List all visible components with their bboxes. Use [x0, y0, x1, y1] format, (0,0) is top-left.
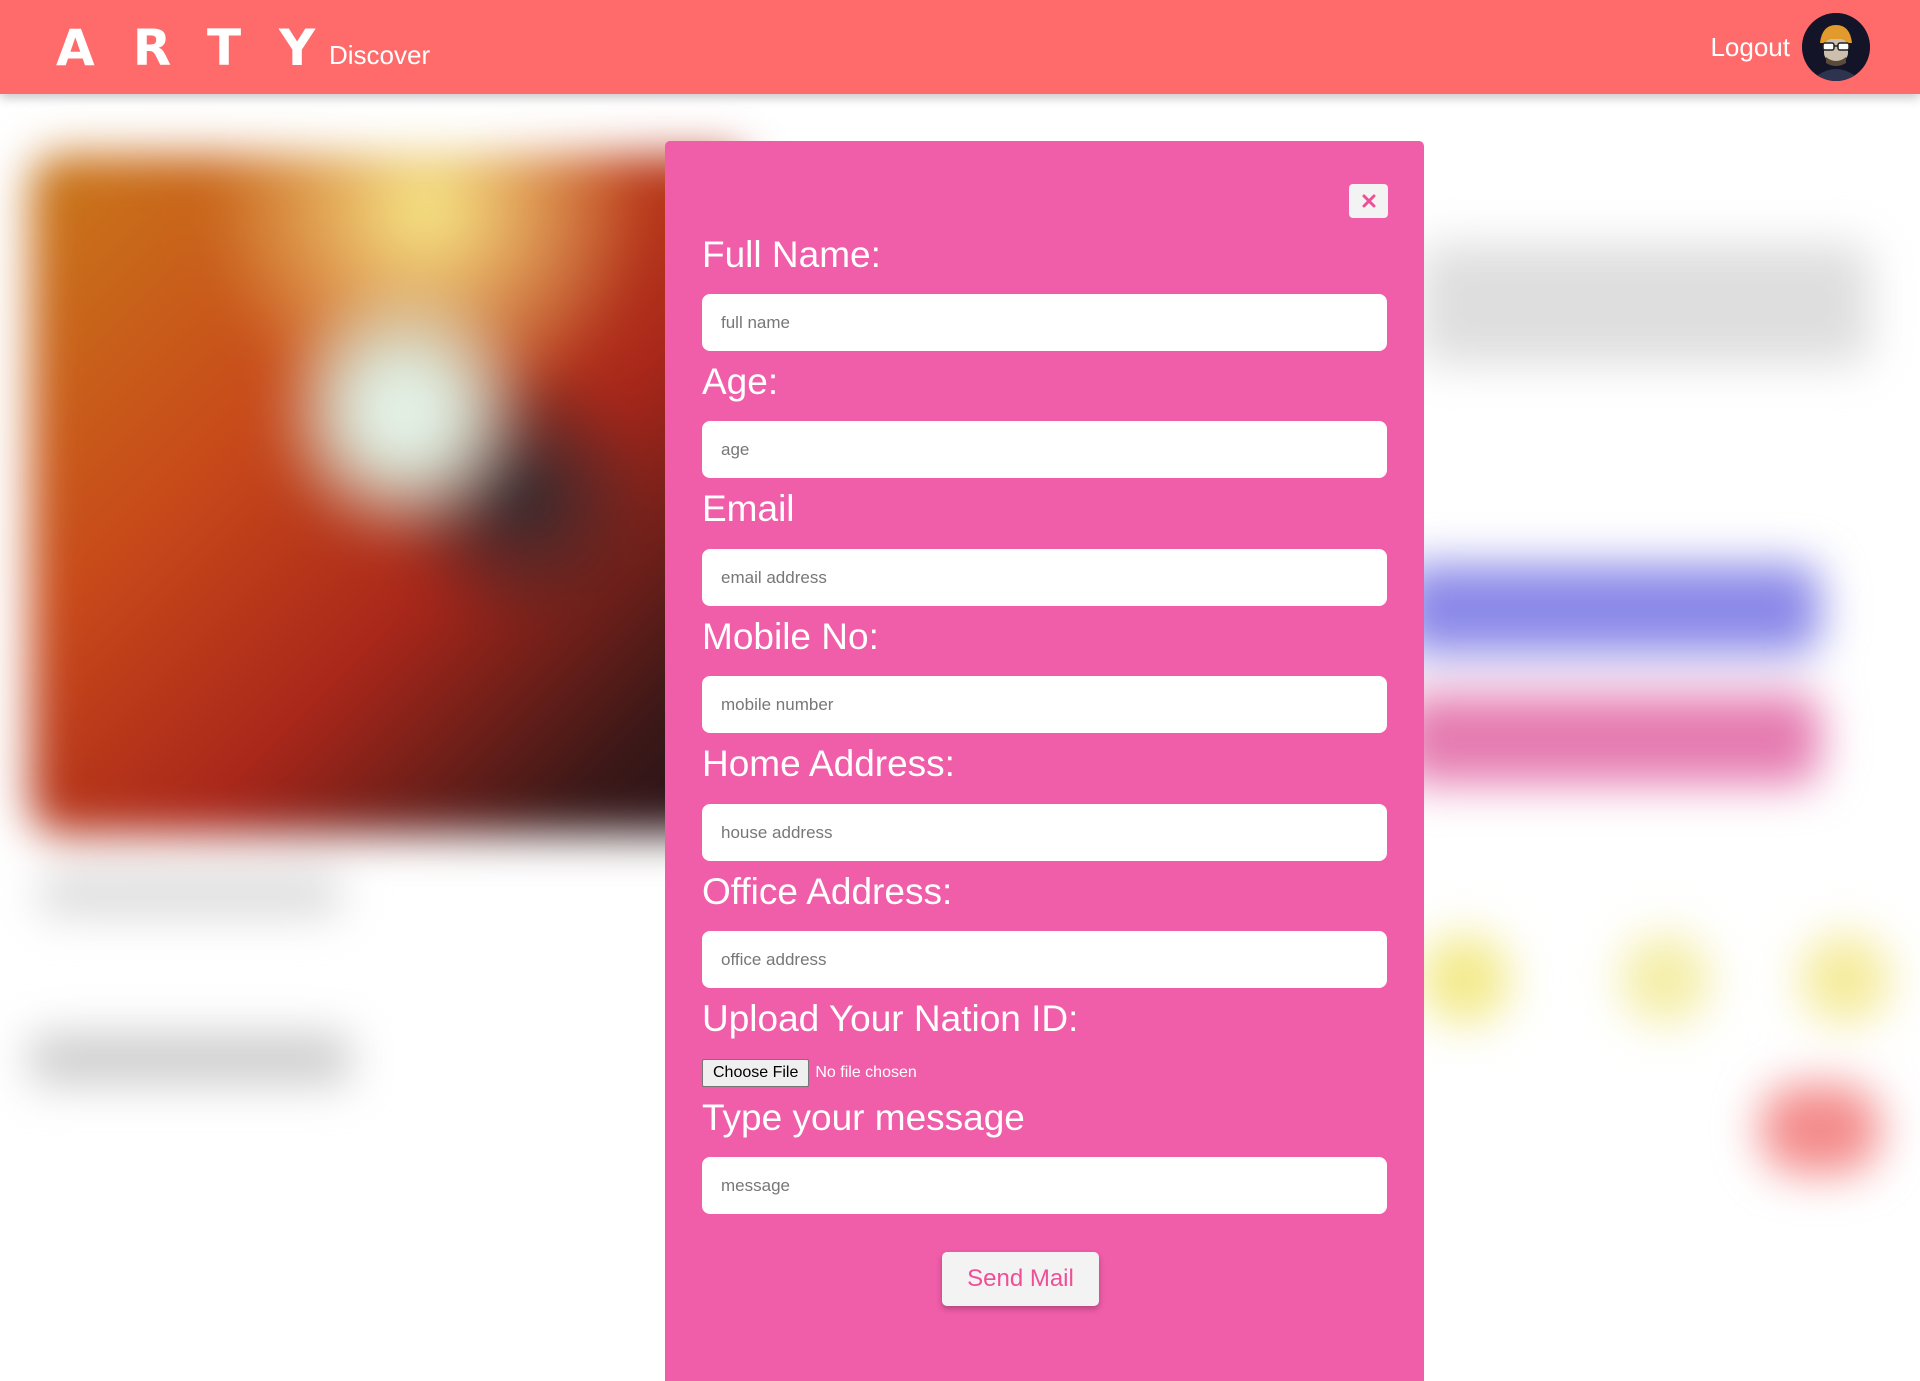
- email-input[interactable]: [702, 549, 1387, 606]
- full-name-input[interactable]: [702, 294, 1387, 351]
- home-address-label: Home Address:: [702, 743, 955, 784]
- home-address-input[interactable]: [702, 804, 1387, 861]
- file-status: No file chosen: [815, 1064, 917, 1081]
- office-address-input[interactable]: [702, 931, 1387, 988]
- avatar-icon: [1802, 13, 1870, 81]
- background-button: [1400, 694, 1820, 784]
- background-button: [1400, 564, 1820, 654]
- close-button[interactable]: [1349, 184, 1388, 218]
- send-mail-button[interactable]: Send Mail: [942, 1252, 1099, 1306]
- avatar[interactable]: [1802, 13, 1870, 81]
- file-upload: Choose File No file chosen: [702, 1059, 917, 1087]
- app: ARTY Discover Logout Full Name: full nam…: [0, 0, 1920, 1381]
- nav-discover-link[interactable]: Discover: [329, 40, 430, 71]
- mobile-label: Mobile No:: [702, 616, 879, 657]
- office-address-label: Office Address:: [702, 871, 953, 912]
- background-artwork: [30, 154, 750, 834]
- background-dot: [1800, 934, 1890, 1024]
- age-label: Age:: [702, 361, 779, 402]
- message-input[interactable]: [702, 1157, 1387, 1214]
- brand-logo[interactable]: ARTY: [56, 18, 353, 78]
- age-input[interactable]: [702, 421, 1387, 478]
- background-card: [1420, 244, 1870, 364]
- close-icon: [1362, 194, 1375, 208]
- background-dot: [1420, 934, 1510, 1024]
- navbar: ARTY Discover Logout: [0, 0, 1920, 94]
- mail-form-modal: Full Name: Age: Email Mobile No: Home Ad…: [665, 141, 1424, 1381]
- logout-link[interactable]: Logout: [1710, 32, 1790, 63]
- background-text-block: [40, 874, 340, 914]
- background-dot: [1620, 934, 1710, 1024]
- email-label: Email: [702, 488, 795, 529]
- background-badge: [1760, 1084, 1880, 1174]
- background-text-block: [30, 1034, 350, 1084]
- message-label: Type your message: [702, 1097, 1025, 1138]
- mobile-input[interactable]: [702, 676, 1387, 733]
- full-name-label: Full Name:: [702, 234, 881, 275]
- choose-file-button[interactable]: Choose File: [702, 1059, 810, 1087]
- upload-label: Upload Your Nation ID:: [702, 998, 1079, 1039]
